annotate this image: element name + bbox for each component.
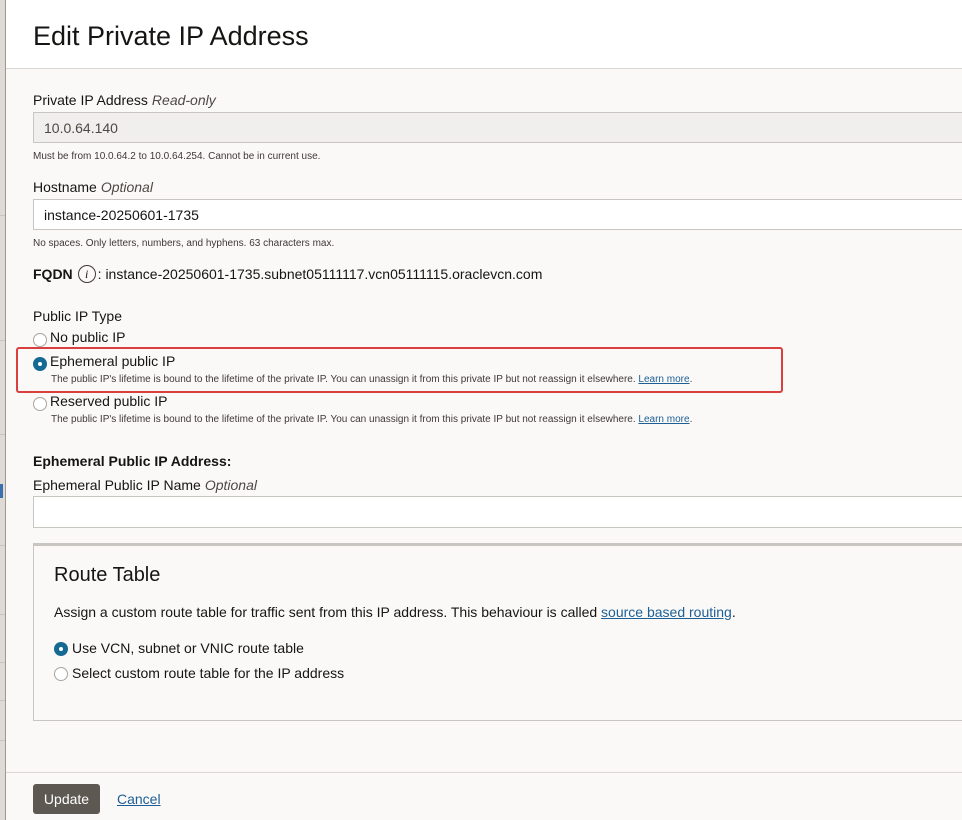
learn-more-link[interactable]: Learn more xyxy=(638,414,689,425)
no-public-ip-label[interactable]: No public IP xyxy=(50,329,125,345)
ephemeral-public-ip-radio[interactable] xyxy=(33,357,47,371)
ephemeral-ip-name-label-text: Ephemeral Public IP Name xyxy=(33,477,201,493)
route-table-desc: Assign a custom route table for traffic … xyxy=(54,604,736,620)
private-ip-label: Private IP Address Read-only xyxy=(33,92,216,108)
route-table-section: Route Table Assign a custom route table … xyxy=(33,543,962,721)
learn-more-link[interactable]: Learn more xyxy=(638,374,689,385)
custom-route-table-label[interactable]: Select custom route table for the IP add… xyxy=(72,665,344,681)
route-table-title: Route Table xyxy=(54,564,161,586)
use-vcn-route-table-radio[interactable] xyxy=(54,642,68,656)
update-button[interactable]: Update xyxy=(33,784,100,814)
private-ip-label-text: Private IP Address xyxy=(33,92,148,108)
cancel-link[interactable]: Cancel xyxy=(117,791,161,807)
ephemeral-ip-name-label: Ephemeral Public IP Name Optional xyxy=(33,477,257,493)
hostname-label: Hostname Optional xyxy=(33,179,153,195)
ephemeral-public-ip-label[interactable]: Ephemeral public IP xyxy=(50,353,175,369)
edit-private-ip-panel: Edit Private IP Address Private IP Addre… xyxy=(5,0,962,820)
read-only-tag: Read-only xyxy=(151,92,216,108)
fqdn-row: FQDN i : instance-20250601-1735.subnet05… xyxy=(33,265,542,283)
hostname-input[interactable]: instance-20250601-1735 xyxy=(33,199,962,230)
ephemeral-desc-text: The public IP's lifetime is bound to the… xyxy=(51,374,636,385)
optional-tag: Optional xyxy=(100,179,153,195)
reserved-public-ip-label[interactable]: Reserved public IP xyxy=(50,393,168,409)
panel-footer: Update Cancel xyxy=(6,772,962,820)
private-ip-help: Must be from 10.0.64.2 to 10.0.64.254. C… xyxy=(33,151,321,162)
panel-header: Edit Private IP Address xyxy=(6,0,962,69)
ephemeral-ip-name-input[interactable] xyxy=(33,496,962,528)
hostname-help: No spaces. Only letters, numbers, and hy… xyxy=(33,238,335,249)
info-icon[interactable]: i xyxy=(77,265,96,283)
optional-tag: Optional xyxy=(204,477,257,493)
page-title: Edit Private IP Address xyxy=(33,21,309,51)
reserved-desc-text: The public IP's lifetime is bound to the… xyxy=(51,414,636,425)
custom-route-table-radio[interactable] xyxy=(54,667,68,681)
fqdn-value: : instance-20250601-1735.subnet05111117.… xyxy=(97,266,543,282)
background-link xyxy=(0,484,3,498)
use-vcn-route-table-label[interactable]: Use VCN, subnet or VNIC route table xyxy=(72,640,304,656)
hostname-label-text: Hostname xyxy=(33,179,97,195)
no-public-ip-radio[interactable] xyxy=(33,333,47,347)
public-ip-type-label: Public IP Type xyxy=(33,308,122,324)
reserved-public-ip-radio[interactable] xyxy=(33,397,47,411)
route-table-desc-end: . xyxy=(731,604,736,620)
ephemeral-ip-heading: Ephemeral Public IP Address: xyxy=(33,453,232,469)
route-table-desc-text: Assign a custom route table for traffic … xyxy=(54,604,602,620)
ephemeral-public-ip-desc: The public IP's lifetime is bound to the… xyxy=(51,374,693,385)
reserved-public-ip-desc: The public IP's lifetime is bound to the… xyxy=(51,414,693,425)
source-based-routing-link[interactable]: source based routing xyxy=(601,604,732,620)
private-ip-field: 10.0.64.140 xyxy=(33,112,962,143)
fqdn-label: FQDN xyxy=(33,266,73,282)
